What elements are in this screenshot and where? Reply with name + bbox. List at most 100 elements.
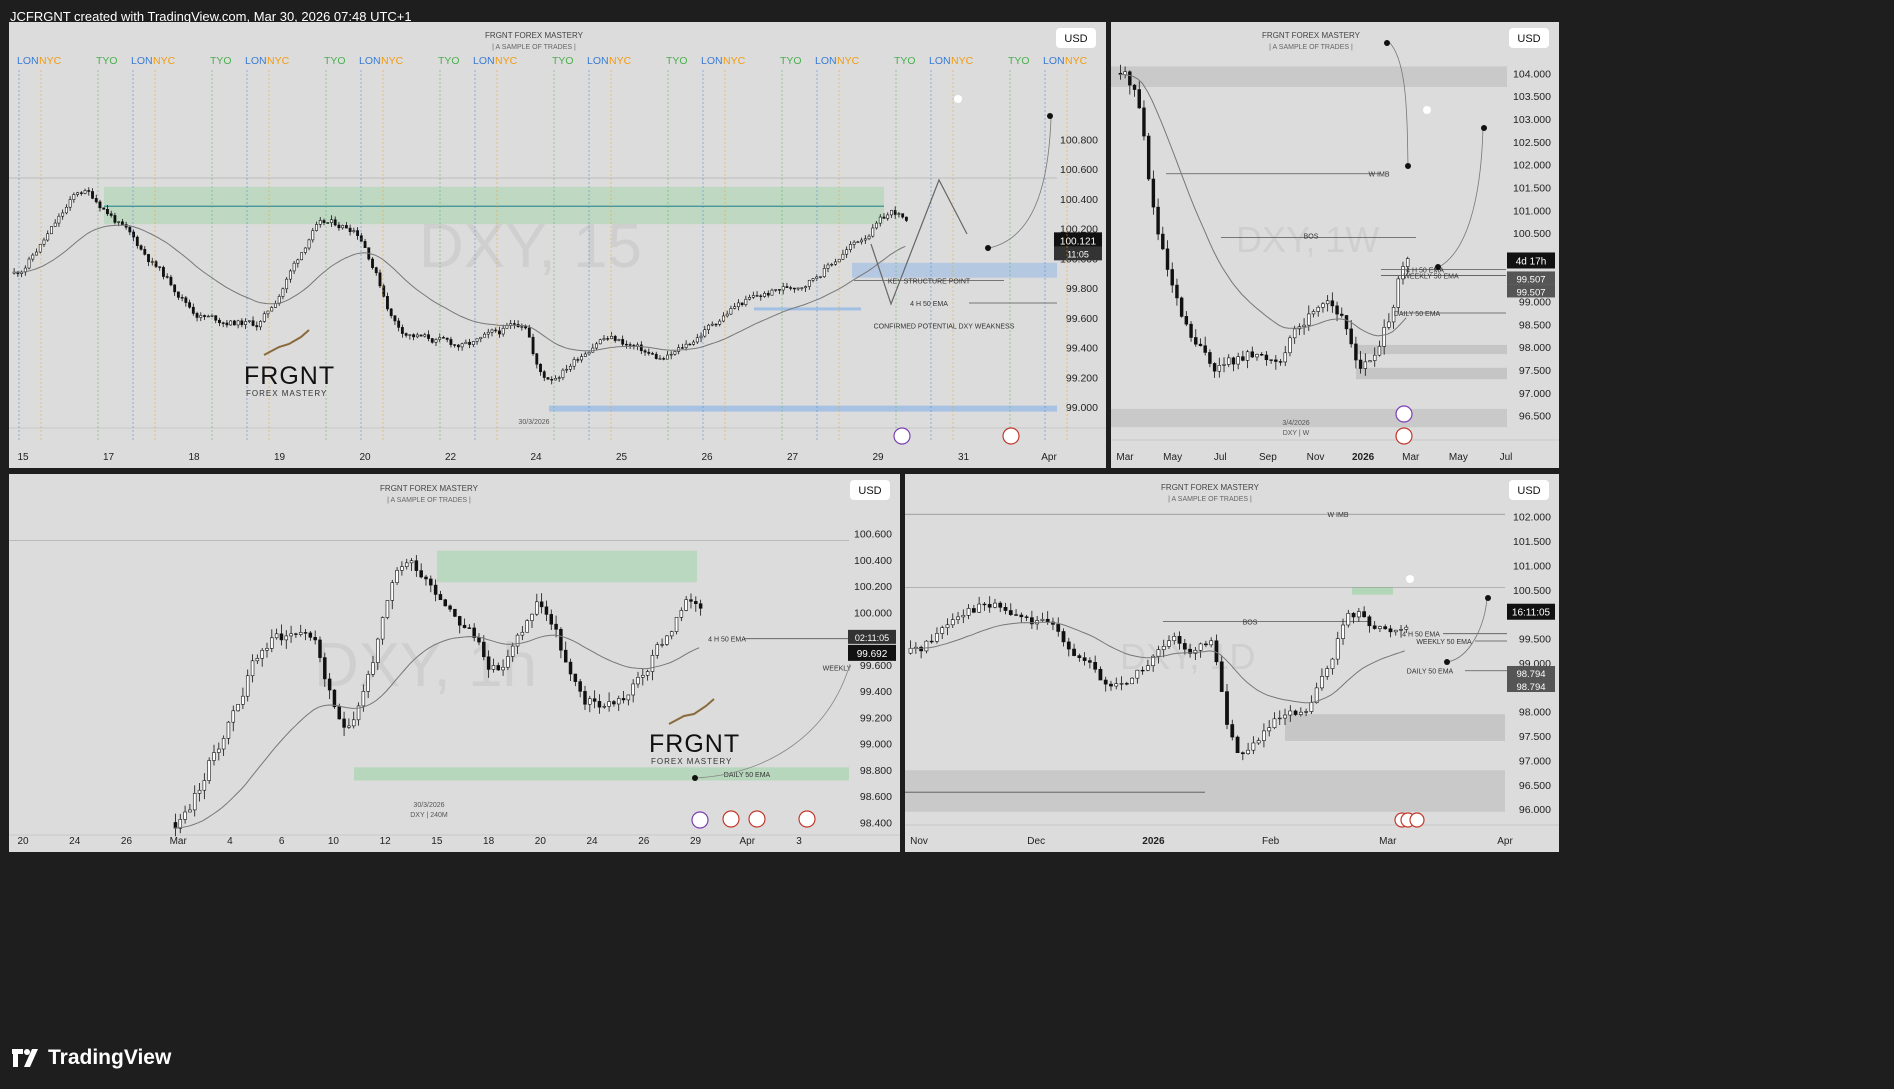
candle (987, 604, 992, 608)
candle (501, 327, 505, 335)
zone (104, 186, 884, 225)
candle (380, 617, 385, 640)
candle (1098, 668, 1103, 681)
candle (1255, 354, 1259, 358)
candle (546, 377, 550, 380)
candle (1256, 740, 1261, 744)
chart-15m[interactable]: DXY, 15FRGNT FOREX MASTERY| A SAMPLE OF … (9, 22, 1106, 468)
candle (1307, 313, 1311, 326)
time-tick: 26 (638, 836, 650, 847)
candle (890, 210, 893, 216)
date-sub-label: DXY | 240M (410, 812, 448, 819)
candle (352, 230, 356, 232)
session-label: NYC (1065, 55, 1088, 67)
candle (755, 295, 759, 297)
candle (559, 628, 563, 651)
candle (626, 694, 631, 701)
candle (184, 297, 188, 303)
candle (419, 334, 423, 337)
chart-1h[interactable]: DXY, 1hFRGNT FOREX MASTERY| A SAMPLE OF … (9, 474, 900, 852)
candle (207, 760, 211, 781)
chart-panel-1w[interactable]: DXY, 1W FRGNT FOREX MASTERY | A SAMPLE OF … (1111, 22, 1559, 468)
candle (886, 214, 890, 219)
candle (57, 215, 61, 224)
candle (549, 614, 554, 625)
candle (460, 343, 464, 348)
chart-panel-1d[interactable]: DXY, 1D FRGNT FOREX MASTERY | A SAMPLE OF … (905, 474, 1559, 852)
candle (950, 619, 955, 626)
chart-panel-15m[interactable]: DXY, 15 FRGNT FOREX MASTERY | A SAMPLE OF … (9, 22, 1106, 468)
time-tick: 20 (17, 836, 29, 847)
target-dot (1444, 659, 1450, 665)
candle (1151, 178, 1156, 208)
time-tick: 24 (69, 836, 81, 847)
candle (371, 662, 375, 675)
candle (27, 258, 31, 269)
candle (390, 582, 395, 601)
marker-dot (1423, 106, 1431, 114)
candle (792, 287, 796, 290)
candle (875, 222, 878, 229)
candle (1311, 311, 1316, 315)
annotation-label: BOS (1304, 233, 1319, 240)
session-label: LON (587, 55, 609, 67)
candle (143, 249, 147, 255)
candle (120, 221, 124, 225)
candle (535, 353, 539, 365)
candle (1349, 328, 1353, 345)
target-dot (985, 245, 991, 251)
current-price-label: 16:11:05 (1512, 608, 1551, 619)
candle (433, 584, 438, 595)
candle (1241, 356, 1245, 361)
candle (588, 698, 592, 705)
time-tick: Nov (1307, 452, 1325, 463)
session-label: NYC (723, 55, 746, 67)
candle (298, 632, 303, 635)
time-tick: 20 (535, 836, 547, 847)
chart-subtitle: | A SAMPLE OF TRADES | (387, 497, 471, 504)
candle (597, 701, 602, 708)
candle (64, 206, 68, 214)
candle (1335, 638, 1340, 660)
candle (501, 666, 505, 671)
candle (332, 689, 337, 708)
candle (641, 675, 645, 678)
candle (1240, 752, 1245, 755)
annotation-label: DAILY 50 EMA (1407, 669, 1454, 676)
tradingview-logo[interactable]: TradingView (12, 1046, 171, 1070)
candle (1177, 636, 1182, 644)
candle (1179, 297, 1184, 317)
candle (766, 292, 770, 296)
candle (1325, 300, 1330, 305)
price-tick: 97.500 (1519, 365, 1551, 377)
candle (710, 323, 714, 326)
candle (624, 343, 628, 346)
candle (1204, 643, 1208, 646)
candle (330, 219, 333, 223)
candle (443, 599, 448, 607)
candle (1109, 683, 1113, 687)
candle (1372, 625, 1377, 629)
candle (688, 343, 692, 346)
chart-panel-1h[interactable]: DXY, 1h FRGNT FOREX MASTERY | A SAMPLE OF … (9, 474, 900, 852)
chart-1w[interactable]: DXY, 1WFRGNT FOREX MASTERY| A SAMPLE OF … (1111, 22, 1559, 468)
candle (639, 344, 643, 352)
candle (218, 319, 221, 324)
candle (1209, 640, 1214, 646)
candle (61, 212, 65, 217)
time-tick: May (1163, 452, 1182, 463)
candle (1189, 323, 1193, 338)
flag-icon (722, 810, 740, 828)
candle (393, 315, 397, 322)
candle (871, 227, 875, 237)
candle (292, 262, 296, 272)
candle (1212, 363, 1217, 372)
candle (226, 721, 231, 739)
candle (322, 220, 326, 223)
candle (525, 620, 529, 633)
candle (1351, 613, 1356, 618)
candle (308, 632, 313, 638)
price-badge-label: 99.507 (1516, 274, 1545, 285)
candle (262, 313, 266, 322)
chart-1d[interactable]: DXY, 1D FRGNT FOREX MASTERY | A SAMPLE OF … (905, 474, 1559, 852)
